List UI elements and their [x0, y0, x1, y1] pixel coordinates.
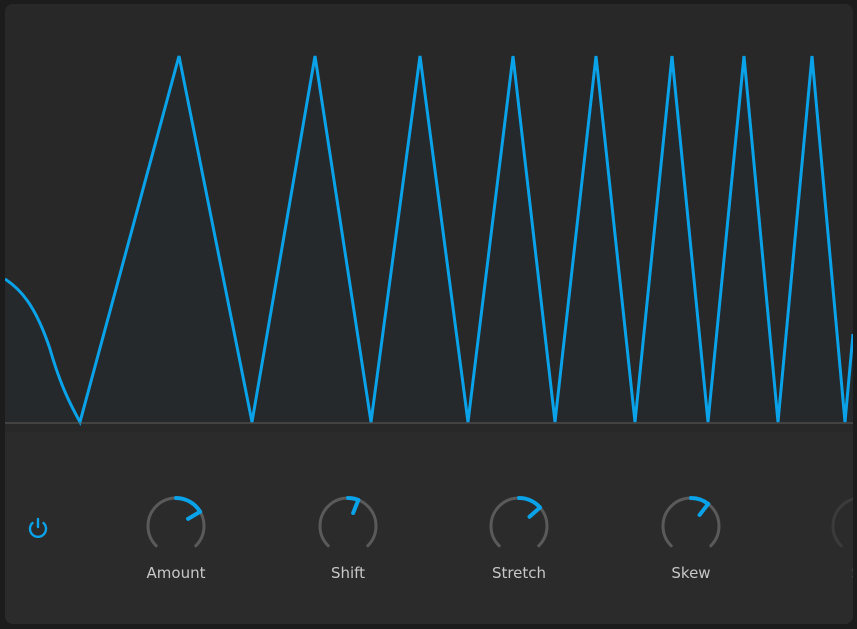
knob-label: Sp [819, 564, 853, 582]
knob-arc [174, 496, 203, 514]
knob-dial [489, 496, 549, 548]
knob-stretch[interactable]: Stretch [477, 494, 561, 594]
knob-label: Shift [330, 564, 366, 582]
knob-pointer [697, 501, 711, 517]
knob-label: Stretch [491, 564, 547, 582]
waveform-display [5, 4, 853, 432]
device-panel: Amount Shift Stretch Skew [5, 4, 853, 624]
knob-dial [661, 496, 721, 548]
knob-label: Skew [671, 564, 711, 582]
knob-amount[interactable]: Amount [134, 494, 218, 594]
waveform-graph [5, 55, 853, 426]
power-button[interactable] [24, 514, 52, 542]
knob-partial[interactable]: Sp [819, 494, 853, 594]
knob-arc [517, 496, 542, 510]
knob-dial [146, 496, 206, 548]
knob-arc [689, 496, 711, 506]
knob-pointer [351, 497, 361, 515]
controls-bar: Amount Shift Stretch Skew [5, 432, 853, 624]
knob-dial [831, 497, 853, 548]
knob-track [831, 497, 853, 548]
knob-dial [318, 496, 378, 548]
knob-pointer [527, 505, 543, 519]
knob-label: Amount [146, 564, 206, 582]
knob-pointer [186, 509, 203, 521]
knob-track [661, 496, 721, 548]
knob-skew[interactable]: Skew [649, 494, 733, 594]
knob-track [318, 496, 378, 548]
power-icon [28, 517, 48, 538]
knob-shift[interactable]: Shift [306, 494, 390, 594]
